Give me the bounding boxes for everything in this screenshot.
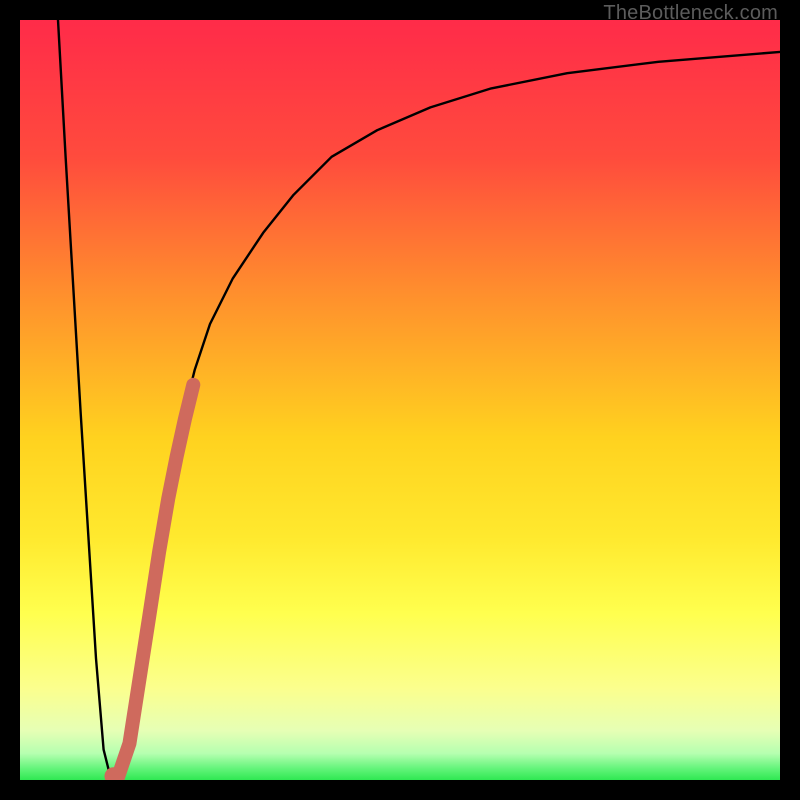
curve-layer	[20, 20, 780, 780]
chart-frame: TheBottleneck.com	[0, 0, 800, 800]
bottleneck-curve	[58, 20, 780, 780]
recommended-range-highlight	[113, 385, 193, 777]
plot-area	[20, 20, 780, 780]
